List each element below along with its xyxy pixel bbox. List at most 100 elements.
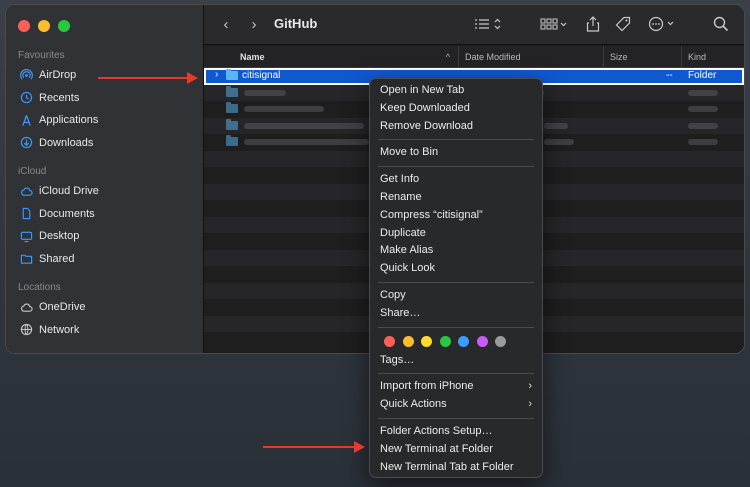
menu-item-make-alias[interactable]: Make Alias — [370, 242, 542, 260]
tag-color-blue[interactable] — [458, 336, 469, 348]
context-menu: Open in New Tab Keep Downloaded Remove D… — [369, 78, 543, 478]
sidebar-item-applications[interactable]: Applications — [6, 109, 204, 132]
sidebar-item-label: Downloads — [39, 136, 94, 149]
sidebar-item-documents[interactable]: Documents — [6, 203, 204, 226]
tag-color-yellow[interactable] — [421, 336, 432, 348]
menu-item-remove-download[interactable]: Remove Download — [370, 118, 542, 136]
applications-icon — [19, 113, 33, 127]
sidebar-item-airdrop[interactable]: AirDrop — [6, 64, 204, 87]
sidebar: Favourites AirDrop Recents Applications … — [6, 5, 204, 353]
menu-separator — [378, 417, 534, 419]
column-header: Name ^ Date Modified Size Kind — [204, 46, 744, 68]
minimize-window-button[interactable] — [38, 20, 50, 32]
chevron-right-icon: › — [528, 398, 532, 411]
clock-icon — [19, 91, 33, 105]
sidebar-locations: Locations OneDrive Network — [6, 280, 204, 341]
menu-item-keep-downloaded[interactable]: Keep Downloaded — [370, 100, 542, 118]
desktop-icon — [19, 229, 33, 243]
column-name-label: Name — [240, 52, 265, 62]
menu-item-get-info[interactable]: Get Info — [370, 171, 542, 189]
sidebar-item-icloud-drive[interactable]: iCloud Drive — [6, 180, 204, 203]
column-date-modified[interactable]: Date Modified — [458, 46, 603, 68]
forward-button[interactable]: › — [246, 13, 262, 35]
file-size: -- — [666, 70, 673, 81]
menu-item-new-terminal-at-folder[interactable]: New Terminal at Folder — [370, 441, 542, 459]
menu-separator — [378, 373, 534, 375]
column-date-label: Date Modified — [465, 52, 521, 62]
menu-item-rename[interactable]: Rename — [370, 189, 542, 207]
back-button[interactable]: ‹ — [218, 13, 234, 35]
column-size[interactable]: Size — [603, 46, 681, 68]
more-actions-button[interactable] — [648, 13, 678, 35]
tag-color-orange[interactable] — [402, 336, 414, 348]
menu-item-move-to-bin[interactable]: Move to Bin — [370, 144, 542, 162]
redacted-text — [688, 89, 718, 96]
tag-color-green[interactable] — [439, 336, 451, 348]
list-view-button[interactable] — [472, 13, 506, 35]
chevron-left-icon: ‹ — [223, 15, 229, 33]
menu-item-quick-look[interactable]: Quick Look — [370, 260, 542, 278]
menu-item-duplicate[interactable]: Duplicate — [370, 225, 542, 243]
grid-icon — [540, 18, 567, 30]
sidebar-item-label: Recents — [39, 91, 80, 104]
redacted-text — [244, 122, 364, 129]
menu-item-label: Import from iPhone — [380, 380, 474, 393]
group-button[interactable] — [538, 13, 572, 35]
sidebar-item-label: Network — [39, 323, 80, 336]
menu-item-copy[interactable]: Copy — [370, 287, 542, 305]
window-controls — [18, 20, 70, 32]
redacted-text — [544, 122, 568, 129]
sidebar-item-label: AirDrop — [39, 69, 77, 82]
sidebar-item-label: Desktop — [39, 230, 80, 243]
menu-item-share[interactable]: Share… — [370, 305, 542, 323]
sidebar-item-label: Documents — [39, 207, 95, 220]
sort-ascending-icon: ^ — [445, 52, 450, 62]
sidebar-item-onedrive[interactable]: OneDrive — [6, 296, 204, 319]
window-title: GitHub — [274, 16, 318, 31]
column-kind[interactable]: Kind — [681, 46, 741, 68]
list-view-icon — [475, 18, 501, 30]
redacted-text — [244, 89, 286, 96]
column-size-label: Size — [610, 52, 628, 62]
menu-item-tags[interactable]: Tags… — [370, 352, 542, 370]
tag-color-grey[interactable] — [495, 336, 506, 348]
menu-item-new-terminal-tab-at-folder[interactable]: New Terminal Tab at Folder — [370, 459, 542, 477]
zoom-window-button[interactable] — [58, 20, 70, 32]
redacted-text — [244, 139, 369, 145]
menu-item-quick-actions[interactable]: Quick Actions › — [370, 396, 542, 414]
sidebar-item-label: Shared — [39, 252, 75, 265]
sidebar-item-network[interactable]: Network — [6, 319, 204, 342]
redacted-text — [688, 122, 718, 129]
sidebar-item-desktop[interactable]: Desktop — [6, 225, 204, 248]
redacted-text — [688, 139, 718, 145]
download-icon — [19, 136, 33, 150]
menu-item-folder-actions-setup[interactable]: Folder Actions Setup… — [370, 423, 542, 441]
menu-item-import-from-iphone[interactable]: Import from iPhone › — [370, 378, 542, 396]
sidebar-item-shared[interactable]: Shared — [6, 248, 204, 271]
file-kind: Folder — [688, 70, 717, 81]
tag-color-purple[interactable] — [476, 336, 488, 348]
sidebar-item-label: iCloud Drive — [39, 185, 99, 198]
sidebar-item-downloads[interactable]: Downloads — [6, 132, 204, 155]
search-button[interactable] — [712, 13, 730, 35]
tag-color-red[interactable] — [384, 336, 395, 348]
share-icon — [586, 16, 600, 32]
folder-icon — [226, 118, 238, 130]
folder-icon — [226, 102, 238, 113]
close-window-button[interactable] — [18, 20, 30, 32]
menu-item-compress[interactable]: Compress “citisignal” — [370, 207, 542, 225]
annotation-arrow-terminal — [263, 441, 365, 453]
menu-item-open-in-new-tab[interactable]: Open in New Tab — [370, 82, 542, 100]
menu-separator — [378, 281, 534, 283]
share-button[interactable] — [584, 13, 602, 35]
sidebar-item-recents[interactable]: Recents — [6, 87, 204, 110]
folder-icon — [226, 85, 238, 97]
tag-button[interactable] — [614, 13, 632, 35]
column-name[interactable]: Name ^ — [234, 46, 458, 68]
redacted-text — [688, 106, 718, 112]
menu-separator — [378, 139, 534, 141]
sidebar-section-header: Favourites — [18, 50, 65, 61]
menu-separator — [378, 166, 534, 168]
disclosure-triangle-icon[interactable]: › — [215, 69, 218, 80]
redacted-text — [244, 106, 324, 112]
